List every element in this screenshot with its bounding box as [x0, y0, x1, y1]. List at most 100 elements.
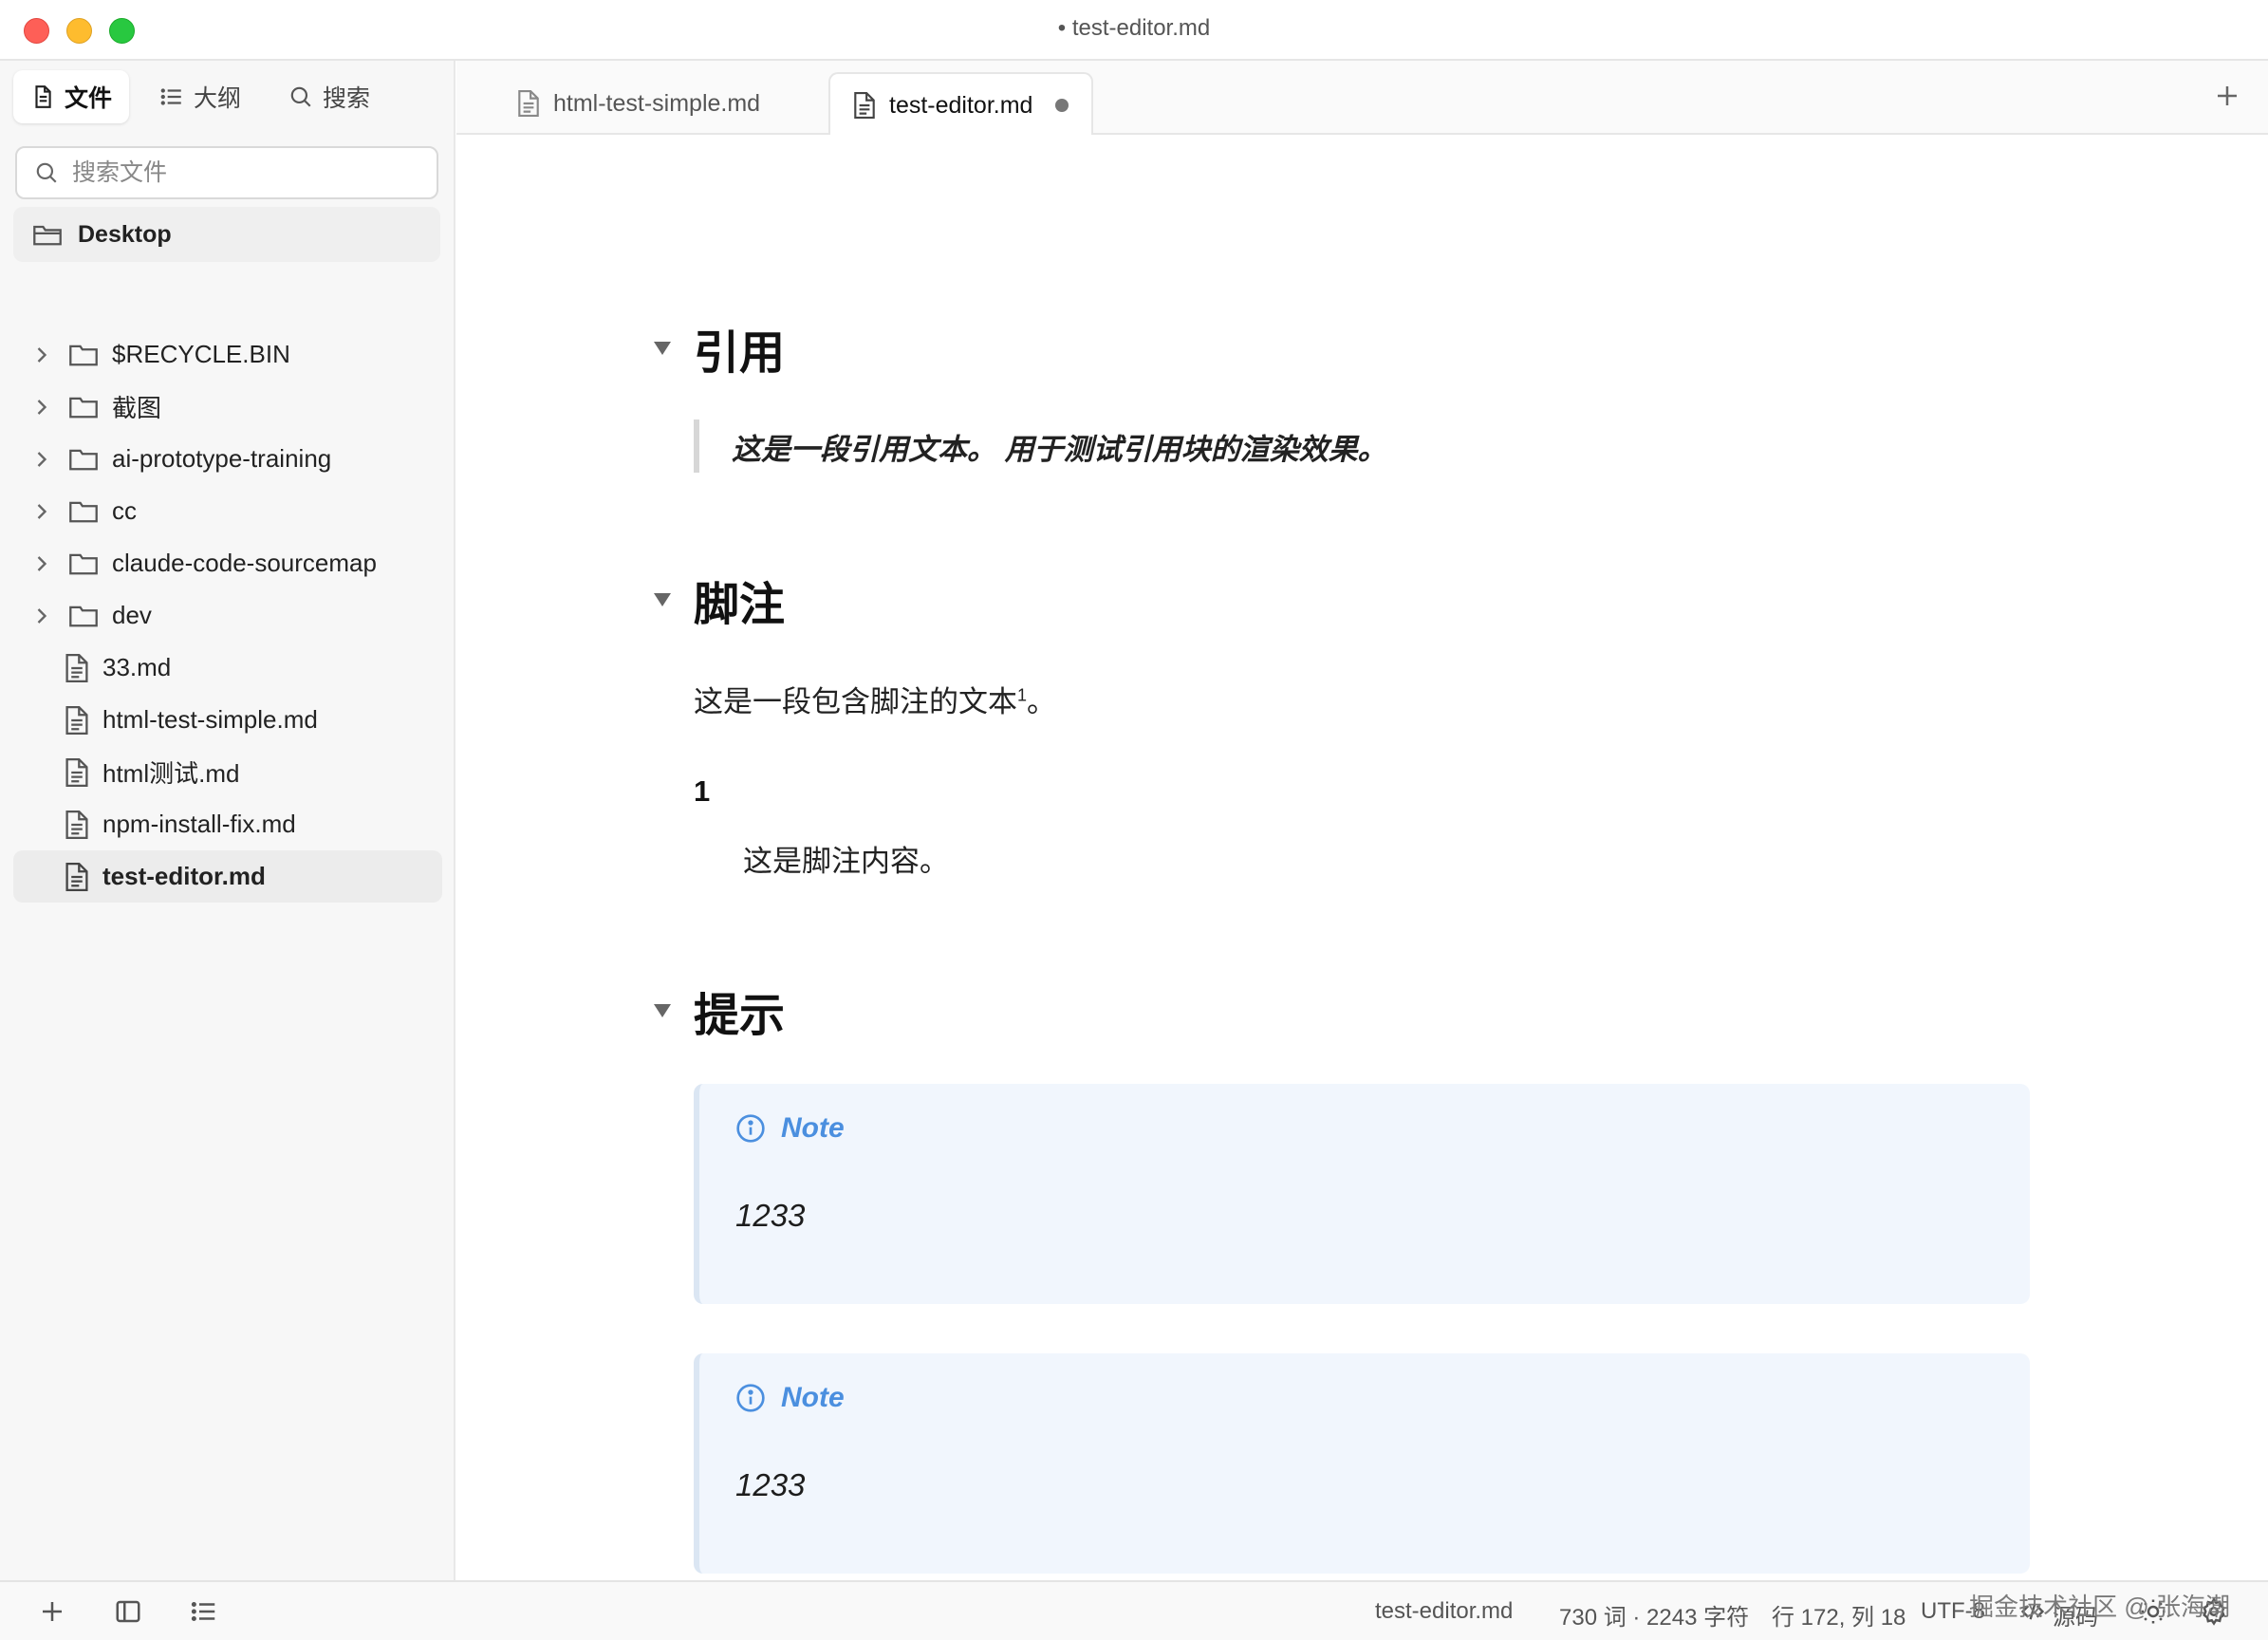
footnote-paragraph: 这是一段包含脚注的文本1。: [694, 678, 1056, 720]
folder-icon: [69, 449, 98, 470]
tree-item-label: html-test-simple.md: [102, 705, 318, 734]
tree-item-label: npm-install-fix.md: [102, 810, 296, 838]
document-icon: [65, 653, 88, 682]
heading-quote[interactable]: 引用: [654, 315, 786, 382]
tree-file-html-ceshi-md[interactable]: html测试.md: [13, 746, 442, 798]
sidebar-tab-files[interactable]: 文件: [13, 70, 130, 123]
plus-icon[interactable]: [38, 1597, 66, 1626]
tree-file-test-editor-md[interactable]: test-editor.md: [13, 850, 442, 903]
tree-item-label: html测试.md: [102, 759, 240, 788]
chevron-right-icon[interactable]: [28, 498, 55, 525]
document-icon: [854, 92, 875, 119]
file-tree: $RECYCLE.BIN 截图 ai-prototype-training cc: [13, 328, 442, 903]
fold-toggle-icon[interactable]: [654, 342, 671, 355]
sidebar-tab-label: 文件: [65, 85, 113, 112]
blockquote: 这是一段引用文本。 用于测试引用块的渲染效果。: [694, 419, 1927, 473]
tree-file-33-md[interactable]: 33.md: [13, 642, 442, 694]
status-cursor-position: 行 172, 列 18: [1772, 1605, 1906, 1631]
tree-folder-screenshots[interactable]: 截图: [13, 381, 442, 433]
document-icon: [65, 862, 88, 891]
callout-body: 1233: [735, 1198, 806, 1233]
footnote-reference[interactable]: 1: [1017, 686, 1027, 705]
tree-item-label: 截图: [112, 394, 162, 422]
tree-folder-claude-code-sourcemap[interactable]: claude-code-sourcemap: [13, 537, 442, 589]
footnote-number: 1: [694, 774, 711, 808]
tree-folder-dev[interactable]: dev: [13, 589, 442, 642]
sidebar-tab-label: 大纲: [194, 85, 242, 112]
tree-item-label: ai-prototype-training: [112, 444, 332, 473]
paragraph-end: 。: [1027, 685, 1057, 718]
root-folder-desktop[interactable]: Desktop: [13, 207, 440, 262]
file-search-box: [15, 146, 438, 199]
window-title: • test-editor.md: [1057, 15, 1211, 41]
tree-folder-recycle-bin[interactable]: $RECYCLE.BIN: [13, 328, 442, 381]
heading-footnote[interactable]: 脚注: [654, 567, 786, 633]
tab-test-editor[interactable]: test-editor.md: [828, 72, 1094, 137]
sidebar: 文件 大纲 搜索 Desktop $RECYCLE.BIN: [0, 61, 455, 1580]
tree-file-npm-install-fix-md[interactable]: npm-install-fix.md: [13, 798, 442, 850]
outline-list-icon[interactable]: [190, 1597, 218, 1626]
list-icon: [160, 88, 181, 105]
callout-body: 1233: [735, 1467, 806, 1502]
chevron-right-icon[interactable]: [28, 550, 55, 577]
chevron-right-icon[interactable]: [28, 394, 55, 420]
heading-text: 脚注: [694, 580, 786, 630]
callout-note: Note 1233: [694, 1353, 2030, 1574]
unsaved-indicator[interactable]: [1055, 99, 1069, 112]
chevron-right-icon[interactable]: [28, 446, 55, 473]
tab-label: html-test-simple.md: [553, 89, 761, 117]
document-icon: [65, 757, 88, 787]
folder-icon: [69, 397, 98, 418]
chevron-right-icon[interactable]: [28, 342, 55, 368]
root-folder-label: Desktop: [78, 220, 172, 248]
app-window: • test-editor.md 文件 大纲 搜索 Desktop: [0, 0, 2268, 1640]
tree-file-html-test-simple-md[interactable]: html-test-simple.md: [13, 694, 442, 746]
editor-pane[interactable]: 引用 这是一段引用文本。 用于测试引用块的渲染效果。 脚注 这是一段包含脚注的文…: [456, 135, 2268, 1580]
tree-item-label: test-editor.md: [102, 862, 266, 890]
footnote-content: 这是脚注内容。: [743, 845, 949, 878]
title-bar: • test-editor.md: [0, 0, 2268, 61]
tab-html-test-simple[interactable]: html-test-simple.md: [494, 72, 783, 135]
fold-toggle-icon[interactable]: [654, 593, 671, 606]
file-search-input[interactable]: [72, 158, 414, 187]
watermark-text: 掘金技术社区 @ 张海潮: [1969, 1593, 2230, 1621]
plus-icon[interactable]: [2213, 82, 2241, 110]
status-bar: test-editor.md 730 词 · 2243 字符 行 172, 列 …: [0, 1580, 2268, 1640]
file-icon: [35, 85, 51, 108]
sidebar-tabs: 文件 大纲 搜索: [13, 70, 387, 123]
search-icon: [290, 86, 311, 107]
tree-folder-ai-prototype-training[interactable]: ai-prototype-training: [13, 433, 442, 485]
callout-note: Note 1233: [694, 1084, 2030, 1304]
folder-icon: [69, 501, 98, 522]
tab-label: test-editor.md: [889, 91, 1033, 119]
fold-toggle-icon[interactable]: [654, 1004, 671, 1017]
callout-title: Note: [781, 1382, 845, 1413]
callout-header: Note: [735, 1112, 845, 1145]
document-icon: [65, 705, 88, 735]
status-word-count: 730 词 · 2243 字符: [1559, 1605, 1750, 1631]
search-icon: [36, 162, 57, 183]
folder-icon: [69, 553, 98, 574]
folder-icon: [69, 345, 98, 365]
callout-header: Note: [735, 1382, 845, 1414]
heading-tip[interactable]: 提示: [654, 978, 785, 1044]
tree-item-label: cc: [112, 496, 137, 525]
heading-text: 引用: [694, 328, 786, 379]
document-icon: [518, 90, 539, 117]
tree-item-label: dev: [112, 601, 152, 629]
sidebar-toggle-icon[interactable]: [114, 1597, 142, 1626]
tree-folder-cc[interactable]: cc: [13, 485, 442, 537]
status-filename: test-editor.md: [1375, 1598, 1514, 1624]
callout-title: Note: [781, 1112, 845, 1144]
chevron-right-icon[interactable]: [28, 603, 55, 629]
document-icon: [65, 810, 88, 839]
tree-item-label: claude-code-sourcemap: [112, 549, 377, 577]
sidebar-tab-search[interactable]: 搜索: [271, 70, 387, 123]
tree-item-label: 33.md: [102, 653, 172, 681]
info-icon: [736, 1114, 765, 1143]
tree-item-label: $RECYCLE.BIN: [112, 340, 290, 368]
sidebar-tab-label: 搜索: [323, 85, 371, 112]
sidebar-tab-outline[interactable]: 大纲: [142, 70, 258, 123]
info-icon: [736, 1384, 765, 1412]
folder-icon: [69, 606, 98, 626]
